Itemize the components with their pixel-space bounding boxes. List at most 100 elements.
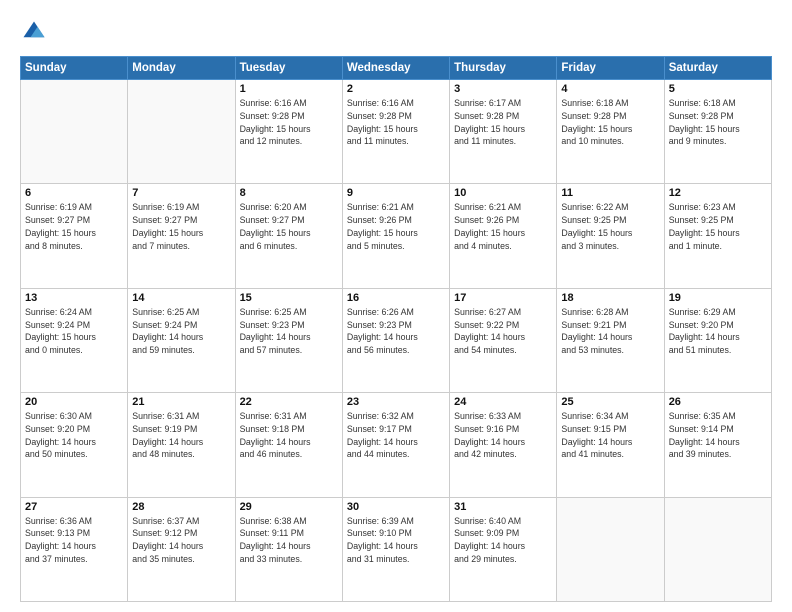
day-number: 21: [132, 396, 230, 408]
calendar-cell: 27 Sunrise: 6:36 AM Sunset: 9:13 PM Dayli…: [21, 497, 128, 601]
calendar-cell: 9 Sunrise: 6:21 AM Sunset: 9:26 PM Daylig…: [342, 184, 449, 288]
calendar-cell: 28 Sunrise: 6:37 AM Sunset: 9:12 PM Dayli…: [128, 497, 235, 601]
day-number: 7: [132, 187, 230, 199]
day-number: 6: [25, 187, 123, 199]
calendar-cell: 13 Sunrise: 6:24 AM Sunset: 9:24 PM Dayli…: [21, 288, 128, 392]
day-info: Sunrise: 6:34 AM Sunset: 9:15 PM Dayligh…: [561, 410, 659, 461]
week-row-3: 13 Sunrise: 6:24 AM Sunset: 9:24 PM Dayli…: [21, 288, 772, 392]
day-info: Sunrise: 6:18 AM Sunset: 9:28 PM Dayligh…: [561, 97, 659, 148]
day-info: Sunrise: 6:16 AM Sunset: 9:28 PM Dayligh…: [347, 97, 445, 148]
day-info: Sunrise: 6:31 AM Sunset: 9:18 PM Dayligh…: [240, 410, 338, 461]
day-number: 26: [669, 396, 767, 408]
day-number: 10: [454, 187, 552, 199]
day-info: Sunrise: 6:37 AM Sunset: 9:12 PM Dayligh…: [132, 515, 230, 566]
logo: [20, 18, 52, 46]
day-number: 18: [561, 292, 659, 304]
day-number: 3: [454, 83, 552, 95]
day-number: 15: [240, 292, 338, 304]
day-number: 24: [454, 396, 552, 408]
calendar-cell: 15 Sunrise: 6:25 AM Sunset: 9:23 PM Dayli…: [235, 288, 342, 392]
calendar-cell: 14 Sunrise: 6:25 AM Sunset: 9:24 PM Dayli…: [128, 288, 235, 392]
page: SundayMondayTuesdayWednesdayThursdayFrid…: [0, 0, 792, 612]
day-info: Sunrise: 6:29 AM Sunset: 9:20 PM Dayligh…: [669, 306, 767, 357]
day-number: 20: [25, 396, 123, 408]
day-info: Sunrise: 6:21 AM Sunset: 9:26 PM Dayligh…: [347, 201, 445, 252]
day-info: Sunrise: 6:28 AM Sunset: 9:21 PM Dayligh…: [561, 306, 659, 357]
day-number: 25: [561, 396, 659, 408]
calendar-table: SundayMondayTuesdayWednesdayThursdayFrid…: [20, 56, 772, 602]
day-info: Sunrise: 6:18 AM Sunset: 9:28 PM Dayligh…: [669, 97, 767, 148]
weekday-tuesday: Tuesday: [235, 57, 342, 80]
calendar-cell: 1 Sunrise: 6:16 AM Sunset: 9:28 PM Daylig…: [235, 80, 342, 184]
weekday-monday: Monday: [128, 57, 235, 80]
day-info: Sunrise: 6:25 AM Sunset: 9:24 PM Dayligh…: [132, 306, 230, 357]
day-number: 2: [347, 83, 445, 95]
calendar-cell: 23 Sunrise: 6:32 AM Sunset: 9:17 PM Dayli…: [342, 393, 449, 497]
calendar-cell: 16 Sunrise: 6:26 AM Sunset: 9:23 PM Dayli…: [342, 288, 449, 392]
calendar-cell: 10 Sunrise: 6:21 AM Sunset: 9:26 PM Dayli…: [450, 184, 557, 288]
calendar-cell: 7 Sunrise: 6:19 AM Sunset: 9:27 PM Daylig…: [128, 184, 235, 288]
day-number: 29: [240, 501, 338, 513]
weekday-friday: Friday: [557, 57, 664, 80]
day-number: 31: [454, 501, 552, 513]
calendar-cell: 3Sunrise: 6:17 AM Sunset: 9:28 PM Daylig…: [450, 80, 557, 184]
day-info: Sunrise: 6:35 AM Sunset: 9:14 PM Dayligh…: [669, 410, 767, 461]
day-number: 17: [454, 292, 552, 304]
weekday-wednesday: Wednesday: [342, 57, 449, 80]
weekday-thursday: Thursday: [450, 57, 557, 80]
day-info: Sunrise: 6:20 AM Sunset: 9:27 PM Dayligh…: [240, 201, 338, 252]
calendar-cell: [664, 497, 771, 601]
day-number: 1: [240, 83, 338, 95]
day-number: 16: [347, 292, 445, 304]
calendar-cell: 31 Sunrise: 6:40 AM Sunset: 9:09 PM Dayli…: [450, 497, 557, 601]
calendar-cell: 12Sunrise: 6:23 AM Sunset: 9:25 PM Dayli…: [664, 184, 771, 288]
day-number: 14: [132, 292, 230, 304]
day-info: Sunrise: 6:27 AM Sunset: 9:22 PM Dayligh…: [454, 306, 552, 357]
calendar-cell: 22 Sunrise: 6:31 AM Sunset: 9:18 PM Dayli…: [235, 393, 342, 497]
day-number: 23: [347, 396, 445, 408]
week-row-5: 27 Sunrise: 6:36 AM Sunset: 9:13 PM Dayli…: [21, 497, 772, 601]
week-row-4: 20 Sunrise: 6:30 AM Sunset: 9:20 PM Dayli…: [21, 393, 772, 497]
day-info: Sunrise: 6:16 AM Sunset: 9:28 PM Dayligh…: [240, 97, 338, 148]
day-info: Sunrise: 6:25 AM Sunset: 9:23 PM Dayligh…: [240, 306, 338, 357]
calendar-cell: 26 Sunrise: 6:35 AM Sunset: 9:14 PM Dayli…: [664, 393, 771, 497]
day-info: Sunrise: 6:21 AM Sunset: 9:26 PM Dayligh…: [454, 201, 552, 252]
calendar-cell: 11 Sunrise: 6:22 AM Sunset: 9:25 PM Dayli…: [557, 184, 664, 288]
day-number: 9: [347, 187, 445, 199]
day-info: Sunrise: 6:22 AM Sunset: 9:25 PM Dayligh…: [561, 201, 659, 252]
day-number: 13: [25, 292, 123, 304]
day-info: Sunrise: 6:31 AM Sunset: 9:19 PM Dayligh…: [132, 410, 230, 461]
header: [20, 18, 772, 46]
day-number: 22: [240, 396, 338, 408]
day-info: Sunrise: 6:39 AM Sunset: 9:10 PM Dayligh…: [347, 515, 445, 566]
day-number: 30: [347, 501, 445, 513]
day-info: Sunrise: 6:40 AM Sunset: 9:09 PM Dayligh…: [454, 515, 552, 566]
calendar-cell: [21, 80, 128, 184]
day-number: 27: [25, 501, 123, 513]
logo-icon: [20, 18, 48, 46]
calendar-cell: 25 Sunrise: 6:34 AM Sunset: 9:15 PM Dayli…: [557, 393, 664, 497]
day-info: Sunrise: 6:36 AM Sunset: 9:13 PM Dayligh…: [25, 515, 123, 566]
calendar-cell: 5Sunrise: 6:18 AM Sunset: 9:28 PM Daylig…: [664, 80, 771, 184]
day-info: Sunrise: 6:33 AM Sunset: 9:16 PM Dayligh…: [454, 410, 552, 461]
day-info: Sunrise: 6:30 AM Sunset: 9:20 PM Dayligh…: [25, 410, 123, 461]
day-number: 12: [669, 187, 767, 199]
day-info: Sunrise: 6:19 AM Sunset: 9:27 PM Dayligh…: [132, 201, 230, 252]
week-row-1: 1 Sunrise: 6:16 AM Sunset: 9:28 PM Daylig…: [21, 80, 772, 184]
calendar-cell: 8 Sunrise: 6:20 AM Sunset: 9:27 PM Daylig…: [235, 184, 342, 288]
calendar-cell: 2 Sunrise: 6:16 AM Sunset: 9:28 PM Daylig…: [342, 80, 449, 184]
calendar-cell: 29Sunrise: 6:38 AM Sunset: 9:11 PM Dayli…: [235, 497, 342, 601]
day-number: 8: [240, 187, 338, 199]
day-info: Sunrise: 6:19 AM Sunset: 9:27 PM Dayligh…: [25, 201, 123, 252]
calendar-cell: [128, 80, 235, 184]
day-number: 28: [132, 501, 230, 513]
day-info: Sunrise: 6:24 AM Sunset: 9:24 PM Dayligh…: [25, 306, 123, 357]
calendar-cell: 19Sunrise: 6:29 AM Sunset: 9:20 PM Dayli…: [664, 288, 771, 392]
day-info: Sunrise: 6:32 AM Sunset: 9:17 PM Dayligh…: [347, 410, 445, 461]
day-number: 11: [561, 187, 659, 199]
calendar-cell: 30 Sunrise: 6:39 AM Sunset: 9:10 PM Dayli…: [342, 497, 449, 601]
calendar-cell: 6 Sunrise: 6:19 AM Sunset: 9:27 PM Daylig…: [21, 184, 128, 288]
day-info: Sunrise: 6:26 AM Sunset: 9:23 PM Dayligh…: [347, 306, 445, 357]
calendar-cell: 4Sunrise: 6:18 AM Sunset: 9:28 PM Daylig…: [557, 80, 664, 184]
calendar-cell: 20 Sunrise: 6:30 AM Sunset: 9:20 PM Dayli…: [21, 393, 128, 497]
